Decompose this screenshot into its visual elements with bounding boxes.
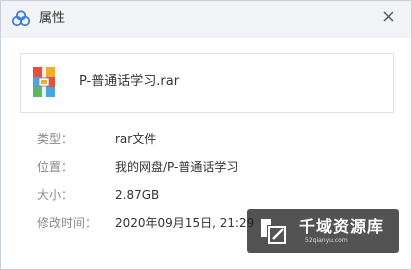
file-header: P-普通话学习.rar [20,53,394,113]
close-icon[interactable] [377,6,401,28]
watermark: 千域资源库 52qianyu.com [247,209,399,253]
prop-label-location: 位置： [37,160,74,174]
prop-row-location: 位置： 我的网盘/P-普通话学习 [37,158,397,176]
prop-value-location: 我的网盘/P-普通话学习 [115,160,239,174]
prop-value-type: rar文件 [115,132,157,146]
prop-value-size: 2.87GB [115,188,160,202]
properties-dialog: 属性 P-普通话学习.rar 类型： rar文件 位置： 我的网盘/P-普通话学… [0,0,412,270]
rar-archive-icon [33,67,55,97]
prop-label-modified: 修改时间： [37,216,98,230]
watermark-text: 千域资源库 [299,217,385,236]
prop-row-type: 类型： rar文件 [37,130,397,148]
prop-value-modified: 2020年09月15日, 21:29 [115,216,255,230]
dialog-title: 属性 [39,11,66,26]
cloud-icon [11,10,31,28]
prop-label-type: 类型： [37,132,74,146]
watermark-subtext: 52qianyu.com [305,237,348,244]
title-bar: 属性 [1,1,411,38]
prop-label-size: 大小： [37,188,74,202]
prop-row-size: 大小： 2.87GB [37,186,397,204]
watermark-logo-icon [257,215,289,247]
file-name: P-普通话学习.rar [79,74,180,89]
